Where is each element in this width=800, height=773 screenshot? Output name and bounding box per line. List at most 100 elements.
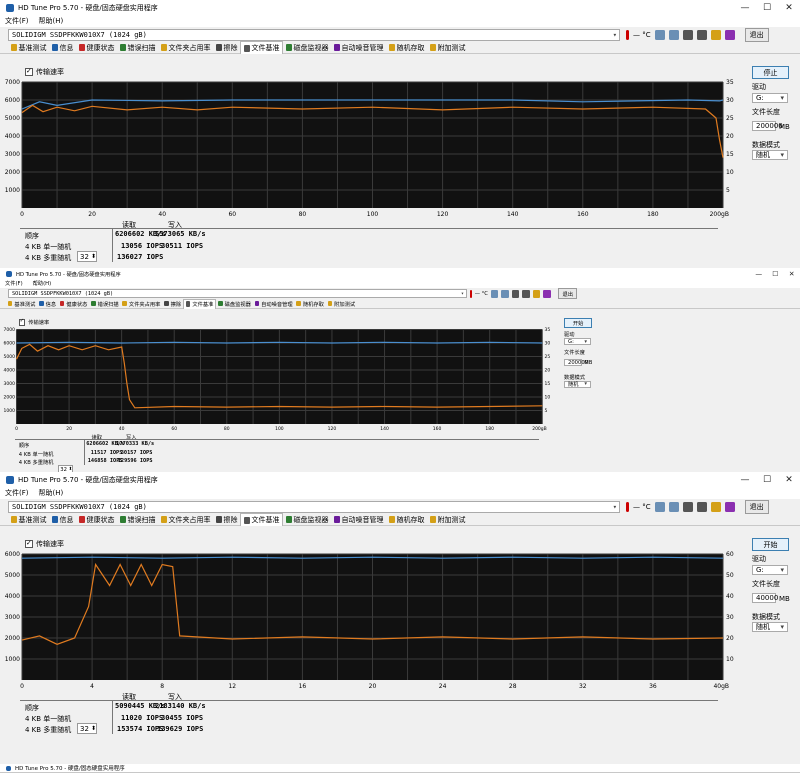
copy-all-icon[interactable]	[669, 30, 679, 40]
tab-health[interactable]: 健康状态	[76, 42, 117, 54]
copy-icon[interactable]	[655, 502, 665, 512]
tab-random-access[interactable]: 随机存取	[386, 514, 427, 526]
copy-all-icon[interactable]	[669, 502, 679, 512]
tab-folder-usage[interactable]: 文件夹占用率	[158, 42, 213, 54]
start-stop-button[interactable]: 开始	[752, 538, 789, 551]
tab-disk-monitor[interactable]: 磁盘监视器	[216, 299, 253, 308]
copy-all-icon[interactable]	[501, 290, 509, 298]
minimize-icon[interactable]: —	[734, 472, 756, 488]
tab-error-scan[interactable]: 错误扫描	[89, 299, 120, 308]
key-icon[interactable]	[533, 290, 541, 298]
tab-erase[interactable]: 擦除	[213, 42, 240, 54]
menu-file[interactable]: 文件(F)	[0, 16, 34, 27]
tab-aam[interactable]: 自动噪音管理	[253, 299, 295, 308]
data-mode-label: 数据模式	[752, 612, 780, 622]
y-tick-label: 5000	[5, 115, 20, 122]
drive-letter-select[interactable]: G:▾	[564, 338, 591, 346]
save-icon[interactable]	[697, 30, 707, 40]
drive-select[interactable]: SOLIDIGM SSDPFKKW010X7 (1024 gB)▾	[8, 29, 620, 41]
start-stop-button[interactable]: 停止	[752, 66, 789, 79]
camera-icon[interactable]	[683, 30, 693, 40]
tab-info[interactable]: 信息	[49, 514, 76, 526]
tab-benchmark[interactable]: 基准测试	[8, 514, 49, 526]
menu-file[interactable]: 文件(F)	[0, 280, 28, 288]
tab-benchmark[interactable]: 基准测试	[8, 42, 49, 54]
file-length-input[interactable]: 40000	[752, 593, 776, 603]
tab-health[interactable]: 健康状态	[76, 514, 117, 526]
drive-select[interactable]: SOLIDIGM SSDPFKKW010X7 (1024 gB)▾	[8, 289, 467, 298]
tab-bar: 基准测试信息健康状态错误扫描文件夹占用率擦除文件基准磁盘监视器自动噪音管理随机存…	[0, 514, 800, 526]
minimize-icon[interactable]: —	[734, 0, 756, 16]
menu-help[interactable]: 帮助(H)	[34, 16, 69, 27]
minimize-icon[interactable]: —	[751, 268, 768, 280]
title-bar[interactable]: HD Tune Pro 5.70 - 硬盘/固态硬盘实用程序	[0, 764, 800, 772]
tab-error-scan[interactable]: 错误扫描	[117, 42, 158, 54]
drive-select[interactable]: SOLIDIGM SSDPFKKW010X7 (1024 gB)▾	[8, 501, 620, 513]
maximize-icon[interactable]: ☐	[767, 268, 784, 280]
app-icon	[6, 476, 14, 484]
aam-icon	[334, 44, 340, 51]
tab-random-access[interactable]: 随机存取	[386, 42, 427, 54]
menu-file[interactable]: 文件(F)	[0, 488, 34, 499]
data-mode-select[interactable]: 随机▾	[752, 150, 788, 160]
exit-button[interactable]: 退出	[745, 28, 769, 42]
title-bar[interactable]: HD Tune Pro 5.70 - 硬盘/固态硬盘实用程序—☐✕	[0, 0, 800, 16]
key-icon[interactable]	[711, 502, 721, 512]
close-icon[interactable]: ✕	[778, 472, 800, 488]
exit-button[interactable]: 退出	[558, 288, 577, 299]
hdtune-window-3: HD Tune Pro 5.70 - 硬盘/固态硬盘实用程序—☐✕文件(F)帮助…	[0, 472, 800, 765]
maximize-icon[interactable]: ☐	[756, 472, 778, 488]
download-icon[interactable]	[725, 502, 735, 512]
tab-file-benchmark[interactable]: 文件基准	[240, 513, 283, 526]
key-icon[interactable]	[711, 30, 721, 40]
queue-depth-spinner[interactable]: 32⬍	[77, 251, 97, 262]
maximize-icon[interactable]: ☐	[756, 0, 778, 16]
exit-button[interactable]: 退出	[745, 500, 769, 514]
download-icon[interactable]	[543, 290, 551, 298]
tab-folder-usage[interactable]: 文件夹占用率	[121, 299, 163, 308]
camera-icon[interactable]	[512, 290, 520, 298]
title-bar[interactable]: HD Tune Pro 5.70 - 硬盘/固态硬盘实用程序—☐✕	[0, 472, 800, 488]
queue-depth-spinner[interactable]: 32⬍	[77, 723, 97, 734]
tab-file-benchmark[interactable]: 文件基准	[183, 299, 216, 309]
tab-error-scan[interactable]: 错误扫描	[117, 514, 158, 526]
file-length-input[interactable]: 200000	[752, 121, 776, 131]
y2-tick-label: 10	[726, 656, 734, 663]
menu-help[interactable]: 帮助(H)	[28, 280, 57, 288]
tab-extra-tests[interactable]: 附加测试	[427, 42, 468, 54]
download-icon[interactable]	[725, 30, 735, 40]
menu-help[interactable]: 帮助(H)	[34, 488, 69, 499]
copy-icon[interactable]	[655, 30, 665, 40]
save-icon[interactable]	[522, 290, 530, 298]
copy-icon[interactable]	[491, 290, 499, 298]
tab-aam[interactable]: 自动噪音管理	[331, 42, 386, 54]
tab-aam[interactable]: 自动噪音管理	[331, 514, 386, 526]
y2-tick-label: 20	[545, 368, 551, 374]
tab-disk-monitor[interactable]: 磁盘监视器	[283, 514, 331, 526]
tab-info[interactable]: 信息	[37, 299, 58, 308]
tab-info[interactable]: 信息	[49, 42, 76, 54]
title-bar[interactable]: HD Tune Pro 5.70 - 硬盘/固态硬盘实用程序—☐✕	[0, 268, 800, 280]
drive-letter-select[interactable]: G:▾	[752, 93, 788, 103]
tab-benchmark[interactable]: 基准测试	[6, 299, 37, 308]
save-icon[interactable]	[697, 502, 707, 512]
tab-erase[interactable]: 擦除	[162, 299, 183, 308]
tab-erase[interactable]: 擦除	[213, 514, 240, 526]
close-icon[interactable]: ✕	[778, 0, 800, 16]
tab-health[interactable]: 健康状态	[58, 299, 89, 308]
start-stop-button[interactable]: 开始	[564, 318, 592, 328]
tab-extra-tests[interactable]: 附加测试	[326, 299, 357, 308]
tab-random-access[interactable]: 随机存取	[295, 299, 326, 308]
file-length-input[interactable]: 200000	[564, 359, 582, 367]
camera-icon[interactable]	[683, 502, 693, 512]
tab-extra-tests[interactable]: 附加测试	[427, 514, 468, 526]
data-mode-select[interactable]: 随机▾	[752, 622, 788, 632]
drive-letter-select[interactable]: G:▾	[752, 565, 788, 575]
tab-disk-monitor[interactable]: 磁盘监视器	[283, 42, 331, 54]
tab-folder-usage[interactable]: 文件夹占用率	[158, 514, 213, 526]
close-icon[interactable]: ✕	[784, 268, 800, 280]
data-mode-select[interactable]: 随机▾	[564, 381, 591, 389]
tab-file-benchmark[interactable]: 文件基准	[240, 41, 283, 54]
seq-write-value: 5573065 KB/s	[155, 230, 206, 238]
rand-read-value: 11517 IOPS	[91, 450, 123, 456]
